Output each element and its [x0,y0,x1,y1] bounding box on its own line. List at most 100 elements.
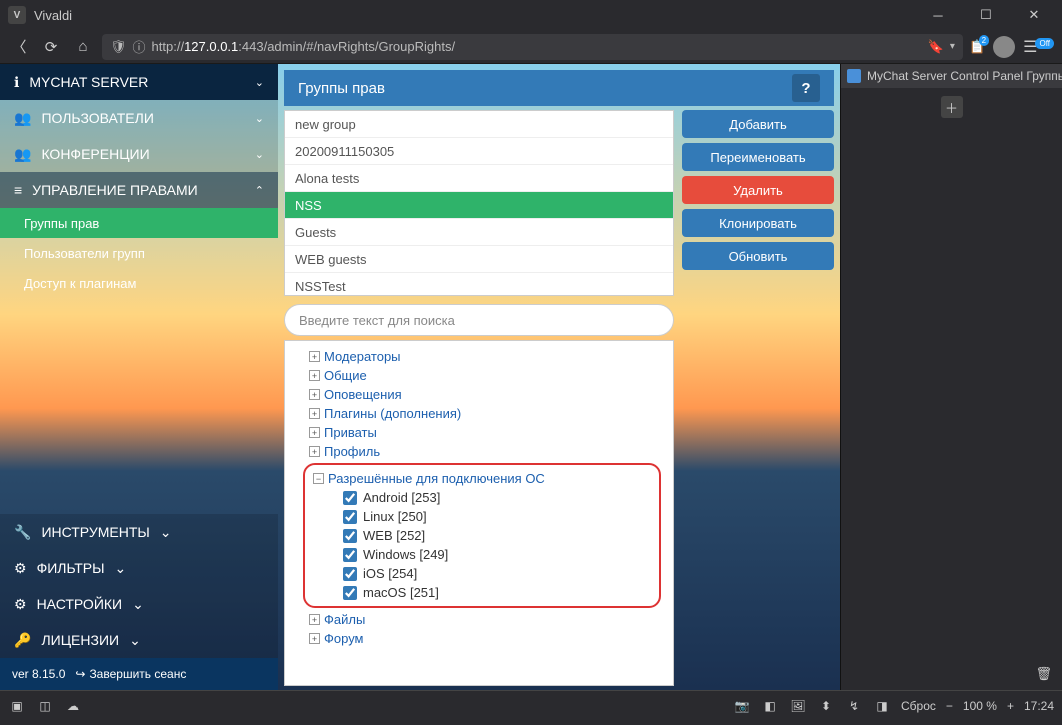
sidebar-item-filters[interactable]: ⚙ФИЛЬТРЫ⌄ [0,550,278,586]
mail-button[interactable]: 📋2 [969,39,985,55]
delete-button[interactable]: Удалить [682,176,834,204]
address-bar[interactable]: 🛡 ⓘ http://127.0.0.1:443/admin/#/navRigh… [102,34,963,60]
tree-node[interactable]: +Оповещения [287,385,665,404]
status-bar: ▣ ◫ ☁ 📷 ◧ 🖼 ⬍ ↯ ◨ Сброс − 100 % + 17:24 [0,690,1062,720]
chevron-down-icon[interactable]: ▾ [950,41,955,52]
tree-leaf[interactable]: WEB [252] [309,526,653,545]
zoom-out-button[interactable]: − [946,699,953,713]
filter-icon[interactable]: ⬍ [817,697,835,715]
sidebar-item-server[interactable]: ℹMYCHAT SERVER⌄ [0,64,278,100]
chevron-down-icon: ⌄ [115,560,127,577]
shield-icon: 🛡 [110,39,127,55]
expand-icon[interactable]: + [309,446,320,457]
camera-icon[interactable]: 📷 [733,697,751,715]
maximize-button[interactable]: ☐ [966,1,1006,29]
expand-icon[interactable]: + [309,370,320,381]
tree-leaf[interactable]: Windows [249] [309,545,653,564]
expand-icon[interactable]: + [309,351,320,362]
add-panel-button[interactable]: ＋ [941,96,963,118]
os-checkbox[interactable] [343,586,357,600]
tree-node[interactable]: +Общие [287,366,665,385]
tree-node[interactable]: +Профиль [287,442,665,461]
tree-leaf[interactable]: Android [253] [309,488,653,507]
extension-header[interactable]: MyChat Server Control Panel Группы [841,64,1062,88]
os-checkbox[interactable] [343,567,357,581]
bookmark-icon[interactable]: 🔖 [928,39,944,55]
sidebar-item-rights[interactable]: ≡УПРАВЛЕНИЕ ПРАВАМИ⌃ [0,172,278,208]
os-checkbox[interactable] [343,529,357,543]
reset-zoom-button[interactable]: Сброс [901,699,936,713]
trash-icon[interactable]: 🗑 [1035,666,1052,682]
os-checkbox[interactable] [343,548,357,562]
minimize-button[interactable]: ─ [918,1,958,29]
extension-footer: 🗑 [841,658,1062,690]
highlighted-section: −Разрешённые для подключения ОС Android … [303,463,661,608]
extension-panel: MyChat Server Control Panel Группы ＋ 🗑 [840,64,1062,690]
expand-icon[interactable]: + [309,389,320,400]
submenu-group-rights[interactable]: Группы прав [0,208,278,238]
sidebar-label: MYCHAT SERVER [29,74,148,90]
tree-node[interactable]: +Модераторы [287,347,665,366]
sidebar-item-licenses[interactable]: 🔑ЛИЦЕНЗИИ⌄ [0,622,278,658]
expand-icon[interactable]: + [309,408,320,419]
tree-leaf[interactable]: iOS [254] [309,564,653,583]
sidebar-item-tools[interactable]: 🔧ИНСТРУМЕНТЫ⌄ [0,514,278,550]
extension-button[interactable]: ☰Off [1023,37,1056,57]
group-row-selected[interactable]: NSS [285,192,673,219]
os-checkbox[interactable] [343,510,357,524]
groups-list: new group 20200911150305 Alona tests NSS… [284,110,674,296]
chevron-down-icon: ⌄ [255,76,264,89]
rename-button[interactable]: Переименовать [682,143,834,171]
reload-button[interactable]: ⟳ [38,34,64,60]
tree-leaf[interactable]: macOS [251] [309,583,653,602]
os-checkbox[interactable] [343,491,357,505]
key-icon: 🔑 [14,632,31,649]
cloud-icon[interactable]: ☁ [64,697,82,715]
tree-node[interactable]: +Плагины (дополнения) [287,404,665,423]
chevron-down-icon: ⌄ [129,632,141,649]
group-row[interactable]: Guests [285,219,673,246]
help-button[interactable]: ? [792,74,820,102]
submenu-group-users[interactable]: Пользователи групп [0,238,278,268]
users-icon: 👥 [14,146,31,163]
group-row[interactable]: NSSTest [285,273,673,296]
sidebar-toggle-icon[interactable]: ◨ [873,697,891,715]
tile-icon[interactable]: ◧ [761,697,779,715]
sidebar-footer: ver 8.15.0 ↪Завершить сеанс [0,658,278,690]
refresh-button[interactable]: Обновить [682,242,834,270]
browser-toolbar: 〈 ⟳ ⌂ 🛡 ⓘ http://127.0.0.1:443/admin/#/n… [0,30,1062,64]
tree-node[interactable]: +Форум [287,629,665,648]
expand-icon[interactable]: + [309,614,320,625]
sidebar-item-users[interactable]: 👥ПОЛЬЗОВАТЕЛИ⌄ [0,100,278,136]
sidebar-item-conferences[interactable]: 👥КОНФЕРЕНЦИИ⌄ [0,136,278,172]
group-row[interactable]: Alona tests [285,165,673,192]
clone-button[interactable]: Клонировать [682,209,834,237]
sidebar-item-settings[interactable]: ⚙НАСТРОЙКИ⌄ [0,586,278,622]
tree-node[interactable]: +Файлы [287,610,665,629]
expand-icon[interactable]: + [309,633,320,644]
close-button[interactable]: ✕ [1014,1,1054,29]
tree-leaf[interactable]: Linux [250] [309,507,653,526]
group-row[interactable]: new group [285,111,673,138]
group-row[interactable]: WEB guests [285,246,673,273]
search-input[interactable]: Введите текст для поиска [284,304,674,336]
add-button[interactable]: Добавить [682,110,834,138]
chevron-down-icon: ⌄ [255,112,264,125]
info-icon: ⓘ [133,37,146,56]
chevron-up-icon: ⌃ [255,184,264,197]
images-icon[interactable]: 🖼 [789,697,807,715]
tree-node[interactable]: +Приваты [287,423,665,442]
tree-node-expanded[interactable]: −Разрешённые для подключения ОС [309,469,653,488]
cursor-icon[interactable]: ↯ [845,697,863,715]
profile-avatar[interactable] [993,36,1015,58]
collapse-icon[interactable]: − [313,473,324,484]
logout-button[interactable]: ↪Завершить сеанс [75,667,186,681]
group-row[interactable]: 20200911150305 [285,138,673,165]
expand-icon[interactable]: + [309,427,320,438]
zoom-in-button[interactable]: + [1007,699,1014,713]
tiling-icon[interactable]: ◫ [36,697,54,715]
panel-toggle-icon[interactable]: ▣ [8,697,26,715]
back-button[interactable]: 〈 [6,34,32,60]
submenu-plugin-access[interactable]: Доступ к плагинам [0,268,278,298]
home-button[interactable]: ⌂ [70,34,96,60]
